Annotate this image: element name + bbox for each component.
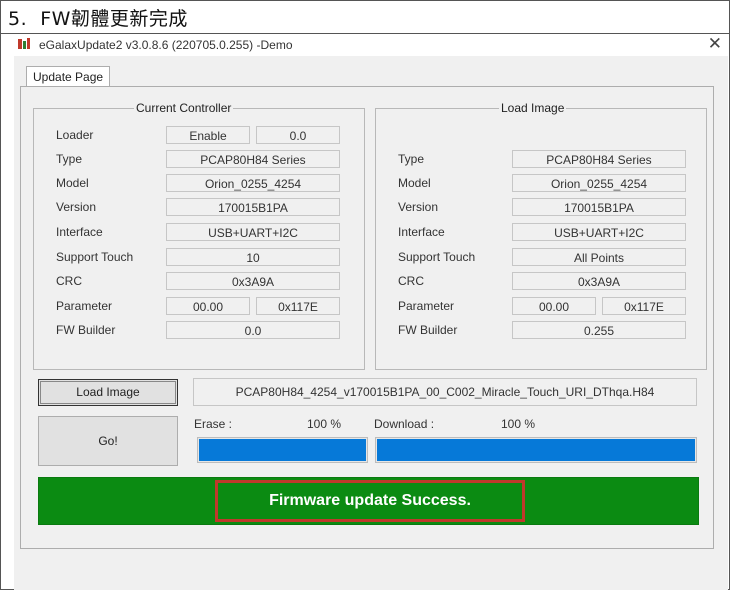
version-label: Version (56, 200, 97, 214)
parameter-b-field: 0x117E (256, 297, 340, 315)
version-label: Version (398, 200, 439, 214)
type-label: Type (56, 152, 83, 166)
update-dialog: Update Page Current Controller Loader En… (14, 56, 728, 590)
current-controller-group: Current Controller Loader Enable 0.0 Typ… (33, 101, 365, 370)
crc-field: 0x3A9A (512, 272, 686, 290)
status-message: Firmware update Success. (215, 480, 525, 522)
parameter-b-field: 0x117E (602, 297, 686, 315)
support-touch-field: 10 (166, 248, 340, 266)
type-field: PCAP80H84 Series (512, 150, 686, 168)
support-touch-label: Support Touch (398, 250, 476, 264)
loader-label: Loader (56, 128, 94, 142)
parameter-a-field: 00.00 (512, 297, 596, 315)
fw-builder-field: 0.0 (166, 321, 340, 339)
model-field: Orion_0255_4254 (512, 174, 686, 192)
model-label: Model (398, 176, 431, 190)
loader-version-field: 0.0 (256, 126, 340, 144)
parameter-a-field: 00.00 (166, 297, 250, 315)
image-path-field: PCAP80H84_4254_v170015B1PA_00_C002_Mirac… (193, 378, 697, 406)
current-controller-title: Current Controller (134, 101, 234, 115)
erase-progress-bar (197, 437, 368, 463)
interface-label: Interface (56, 225, 103, 239)
erase-label: Erase : (194, 417, 233, 431)
tab-update-page[interactable]: Update Page (26, 66, 111, 87)
interface-field: USB+UART+I2C (512, 223, 686, 241)
download-percent: 100 % (501, 417, 536, 431)
download-progress-bar (375, 437, 697, 463)
window-title-bar[interactable]: eGalaxUpdate2 v3.0.8.6 (220705.0.255) -D… (14, 34, 726, 56)
crc-label: CRC (398, 274, 424, 288)
app-logo-icon (18, 38, 30, 49)
load-image-button[interactable]: Load Image (38, 379, 178, 406)
go-button[interactable]: Go! (38, 416, 178, 466)
fw-builder-label: FW Builder (56, 323, 116, 337)
update-page-panel: Current Controller Loader Enable 0.0 Typ… (20, 86, 714, 549)
support-touch-label: Support Touch (56, 250, 134, 264)
download-label: Download : (374, 417, 435, 431)
step-heading: 5. FW韌體更新完成 (8, 8, 188, 30)
fw-builder-field: 0.255 (512, 321, 686, 339)
model-label: Model (56, 176, 89, 190)
support-touch-field: All Points (512, 248, 686, 266)
crc-field: 0x3A9A (166, 272, 340, 290)
interface-label: Interface (398, 225, 445, 239)
load-image-title: Load Image (499, 101, 567, 115)
close-icon[interactable]: ✕ (708, 34, 722, 54)
erase-percent: 100 % (307, 417, 342, 431)
type-label: Type (398, 152, 425, 166)
interface-field: USB+UART+I2C (166, 223, 340, 241)
model-field: Orion_0255_4254 (166, 174, 340, 192)
type-field: PCAP80H84 Series (166, 150, 340, 168)
window-title: eGalaxUpdate2 v3.0.8.6 (220705.0.255) -D… (39, 38, 293, 52)
erase-progress-fill (199, 439, 366, 461)
load-image-group: Load Image Type PCAP80H84 Series Model O… (375, 101, 707, 370)
crc-label: CRC (56, 274, 82, 288)
loader-state-field: Enable (166, 126, 250, 144)
parameter-label: Parameter (398, 299, 455, 313)
version-field: 170015B1PA (512, 198, 686, 216)
fw-builder-label: FW Builder (398, 323, 458, 337)
download-progress-fill (377, 439, 695, 461)
status-bar: Firmware update Success. (38, 477, 699, 525)
parameter-label: Parameter (56, 299, 113, 313)
version-field: 170015B1PA (166, 198, 340, 216)
